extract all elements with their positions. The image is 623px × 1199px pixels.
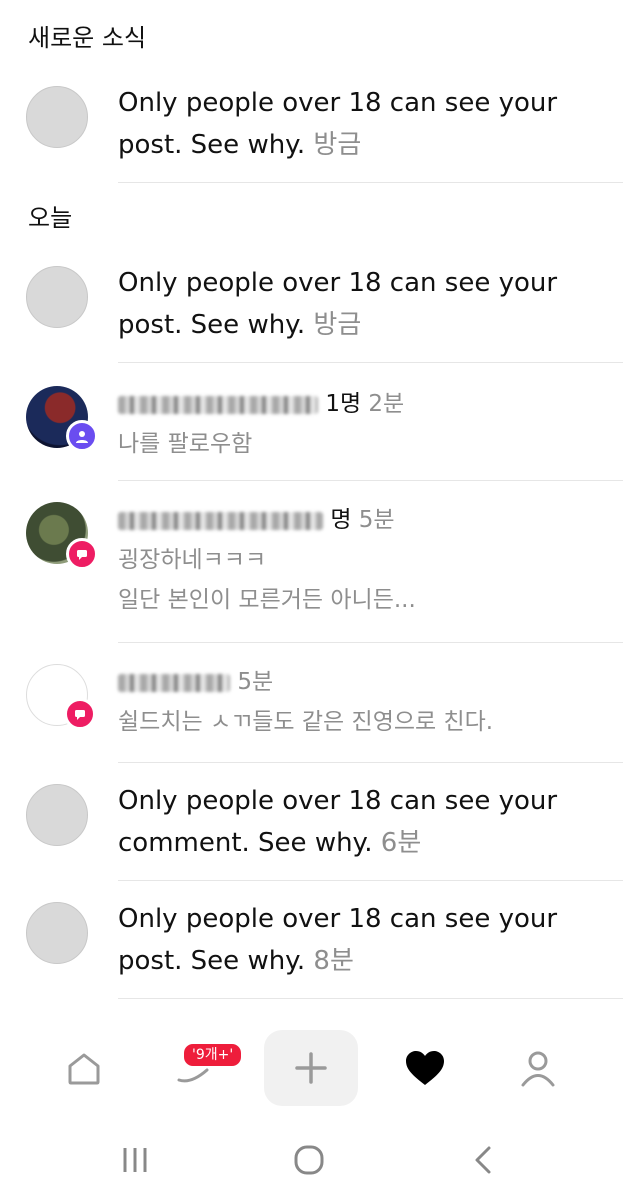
divider bbox=[118, 762, 623, 763]
notification-text: 1명 2분 나를 팔로우함 bbox=[118, 384, 588, 464]
reply-badge-icon bbox=[66, 538, 98, 570]
divider bbox=[118, 182, 623, 183]
notification-text: Only people over 18 can see your comment… bbox=[118, 780, 588, 864]
follow-badge-icon bbox=[66, 420, 98, 452]
notification-suffix: 1명 bbox=[325, 391, 362, 417]
back-icon[interactable] bbox=[458, 1138, 508, 1182]
profile-icon[interactable] bbox=[498, 1028, 578, 1108]
notification-time: 2분 bbox=[368, 391, 405, 417]
reply-badge-icon bbox=[64, 698, 96, 730]
username-blurred bbox=[118, 395, 318, 414]
avatar bbox=[26, 266, 88, 328]
home-icon[interactable] bbox=[44, 1028, 124, 1108]
username-blurred bbox=[118, 511, 323, 530]
recents-icon[interactable] bbox=[110, 1138, 160, 1182]
bottom-navigation: '9개+' bbox=[0, 1028, 623, 1108]
notification-detail: 굉장하네ㅋㅋㅋ bbox=[118, 547, 267, 573]
system-navigation bbox=[0, 1120, 623, 1199]
section-title-today: 오늘 bbox=[28, 204, 73, 232]
notification-text: Only people over 18 can see your post. S… bbox=[118, 898, 588, 982]
notification-time: 8분 bbox=[313, 946, 354, 976]
send-icon[interactable] bbox=[155, 1028, 235, 1108]
notification-text: Only people over 18 can see your post. S… bbox=[118, 82, 588, 166]
divider bbox=[118, 480, 623, 481]
notification-text: Only people over 18 can see your post. S… bbox=[118, 262, 588, 346]
notification-count-badge: '9개+' bbox=[182, 1042, 244, 1068]
divider bbox=[118, 362, 623, 363]
notification-detail-2: 일단 본인이 모른거든 아니든... bbox=[118, 587, 416, 613]
avatar bbox=[26, 86, 88, 148]
avatar bbox=[26, 902, 88, 964]
divider bbox=[118, 880, 623, 881]
notification-text: 5분 쉴드치는 ㅅㄲ들도 같은 진영으로 친다. bbox=[118, 662, 588, 742]
notification-time: 6분 bbox=[380, 828, 422, 858]
divider bbox=[118, 642, 623, 643]
divider bbox=[118, 998, 623, 999]
notification-message: Only people over 18 can see your comment… bbox=[118, 786, 558, 858]
section-title-new: 새로운 소식 bbox=[28, 24, 147, 52]
notification-detail: 쉴드치는 ㅅㄲ들도 같은 진영으로 친다. bbox=[118, 709, 494, 735]
plus-icon[interactable] bbox=[264, 1030, 358, 1106]
notification-time: 방금 bbox=[313, 310, 362, 340]
notification-time: 5분 bbox=[358, 507, 395, 533]
notification-time: 방금 bbox=[313, 130, 362, 160]
avatar bbox=[26, 784, 88, 846]
notification-time: 5분 bbox=[237, 669, 274, 695]
username-blurred bbox=[118, 673, 230, 692]
notification-suffix: 명 bbox=[330, 507, 352, 533]
heart-icon[interactable] bbox=[385, 1028, 465, 1108]
home-circle-icon[interactable] bbox=[284, 1138, 334, 1182]
notification-text: 명 5분 굉장하네ㅋㅋㅋ 일단 본인이 모른거든 아니든... bbox=[118, 500, 588, 620]
notification-detail: 나를 팔로우함 bbox=[118, 431, 253, 457]
